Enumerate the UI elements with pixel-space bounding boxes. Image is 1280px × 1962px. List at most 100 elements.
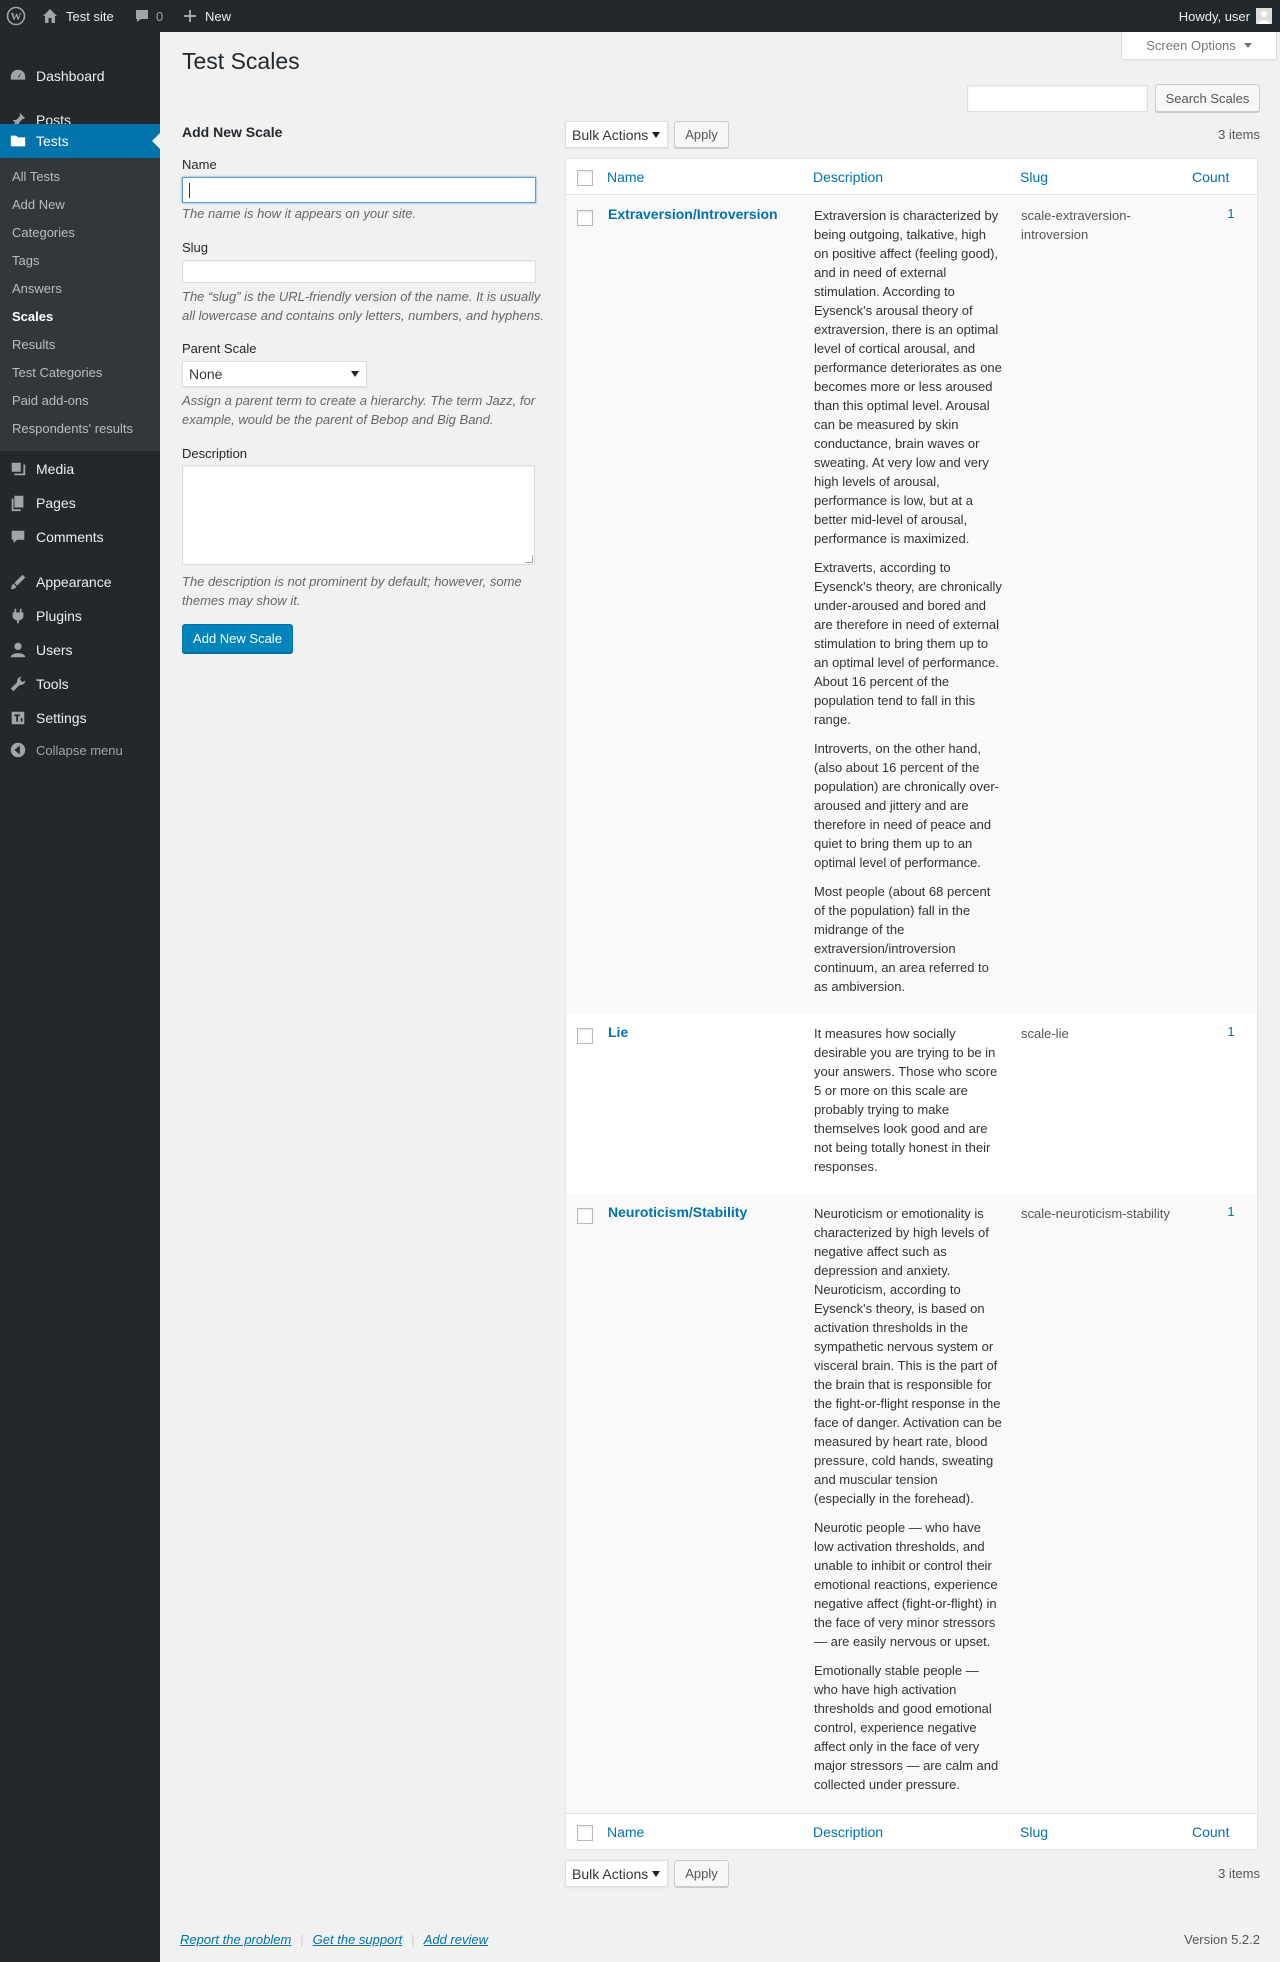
menu-label: Dashboard: [36, 68, 105, 84]
bulk-actions-value: Bulk Actions: [572, 126, 649, 143]
row-checkbox[interactable]: [577, 1208, 593, 1224]
description-paragraph: It measures how socially desirable you a…: [814, 1026, 998, 1174]
row-description: Neuroticism or emotionality is character…: [814, 1204, 1002, 1804]
menu-comments[interactable]: Comments: [0, 520, 160, 554]
column-header-description[interactable]: Description: [813, 159, 883, 195]
column-footer-slug[interactable]: Slug: [1020, 1814, 1048, 1850]
row-slug: scale-neuroticism-stability: [1021, 1206, 1170, 1221]
row-checkbox[interactable]: [577, 1028, 593, 1044]
menu-label: Pages: [36, 495, 76, 511]
site-name-link[interactable]: Test site: [42, 0, 114, 32]
description-paragraph: Emotionally stable people — who have hig…: [814, 1663, 999, 1792]
add-new-heading: Add New Scale: [182, 124, 283, 140]
submenu-scales[interactable]: Scales: [12, 307, 53, 327]
report-problem-link[interactable]: Report the problem: [180, 1932, 291, 1947]
add-new-scale-button[interactable]: Add New Scale: [182, 624, 293, 653]
footer-links: Report the problem | Get the support | Add r…: [180, 1932, 488, 1947]
submenu-add-new[interactable]: Add New: [12, 195, 65, 215]
row-count-link[interactable]: 1: [1216, 1024, 1246, 1039]
submenu-test-categories[interactable]: Test Categories: [12, 363, 102, 383]
submenu-respondents-results[interactable]: Respondents' results: [12, 419, 133, 439]
new-label: New: [205, 8, 232, 24]
name-input[interactable]: [182, 177, 536, 203]
version-text: Version 5.2.2: [1184, 1932, 1260, 1947]
table-footer: Name Description Slug Count: [566, 1813, 1257, 1849]
my-account-link[interactable]: Howdy, user: [1179, 0, 1272, 32]
comment-bubble-icon: [134, 8, 150, 24]
row-description: Extraversion is characterized by being o…: [814, 206, 1002, 1006]
search-input[interactable]: [967, 85, 1148, 112]
comments-link[interactable]: 0: [134, 0, 163, 32]
description-paragraph: Extraverts, according to Eysenck's theor…: [814, 560, 1002, 727]
slug-label: Slug: [182, 240, 209, 255]
bulk-actions-select[interactable]: Bulk Actions: [565, 121, 668, 148]
column-header-count[interactable]: Count: [1192, 159, 1229, 195]
menu-media[interactable]: Media: [0, 452, 160, 486]
menu-label: Tests: [36, 133, 69, 149]
apply-button-bottom[interactable]: Apply: [674, 1860, 729, 1887]
row-count-link[interactable]: 1: [1216, 1204, 1246, 1219]
parent-scale-select[interactable]: None: [182, 361, 367, 387]
row-checkbox[interactable]: [577, 210, 593, 226]
menu-label: Plugins: [36, 608, 82, 624]
description-paragraph: Extraversion is characterized by being o…: [814, 208, 1002, 546]
table-row: Lie It measures how socially desirable y…: [566, 1014, 1257, 1194]
search-scales-button[interactable]: Search Scales: [1155, 84, 1260, 112]
submenu-tags[interactable]: Tags: [12, 251, 39, 271]
bulk-actions-select-bottom[interactable]: Bulk Actions: [565, 1860, 668, 1887]
menu-label: Users: [36, 642, 73, 658]
wordpress-logo-icon[interactable]: W: [6, 0, 26, 32]
menu-plugins[interactable]: Plugins: [0, 599, 160, 633]
row-count-link[interactable]: 1: [1216, 206, 1246, 221]
slug-input[interactable]: [182, 260, 536, 283]
column-footer-count[interactable]: Count: [1192, 1814, 1229, 1850]
menu-appearance[interactable]: Appearance: [0, 565, 160, 599]
menu-settings[interactable]: Settings: [0, 701, 160, 735]
select-arrow-icon: [652, 131, 660, 138]
menu-label: Media: [36, 461, 75, 477]
resize-handle-icon: [525, 555, 533, 563]
submenu-all-tests[interactable]: All Tests: [12, 167, 60, 187]
screen-options-button[interactable]: Screen Options: [1121, 32, 1277, 60]
plus-icon: [183, 9, 197, 23]
tools-icon: [0, 675, 36, 693]
items-count-bottom: 3 items: [1218, 1866, 1260, 1881]
menu-dashboard[interactable]: Dashboard: [0, 59, 160, 93]
separator: |: [411, 1932, 415, 1947]
menu-tools[interactable]: Tools: [0, 667, 160, 701]
column-header-slug[interactable]: Slug: [1020, 159, 1048, 195]
row-slug: scale-lie: [1021, 1026, 1069, 1041]
submenu-results[interactable]: Results: [12, 335, 55, 355]
howdy-text: Howdy, user: [1178, 8, 1250, 24]
add-review-link[interactable]: Add review: [424, 1932, 488, 1947]
collapse-menu-button[interactable]: Collapse menu: [0, 733, 160, 767]
avatar-icon: [1256, 8, 1272, 24]
submenu-answers[interactable]: Answers: [12, 279, 62, 299]
submenu-paid-add-ons[interactable]: Paid add-ons: [12, 391, 89, 411]
submenu-categories[interactable]: Categories: [12, 223, 75, 243]
folder-icon: [0, 132, 36, 150]
apply-button[interactable]: Apply: [674, 121, 729, 148]
comments-count: 0: [156, 8, 164, 24]
plugins-icon: [0, 607, 36, 625]
select-all-checkbox[interactable]: [577, 170, 593, 186]
menu-users[interactable]: Users: [0, 633, 160, 667]
description-paragraph: Most people (about 68 percent of the pop…: [814, 884, 991, 994]
row-name-link[interactable]: Lie: [608, 1024, 628, 1040]
site-name: Test site: [66, 8, 114, 24]
row-name-link[interactable]: Neuroticism/Stability: [608, 1204, 747, 1220]
column-footer-description[interactable]: Description: [813, 1814, 883, 1850]
menu-label: Comments: [36, 529, 104, 545]
column-header-name[interactable]: Name: [607, 159, 644, 195]
screen-options-label: Screen Options: [1146, 38, 1236, 53]
description-textarea[interactable]: [182, 465, 535, 565]
row-name-link[interactable]: Extraversion/Introversion: [608, 206, 778, 222]
separator: |: [300, 1932, 304, 1947]
menu-pages[interactable]: Pages: [0, 486, 160, 520]
new-content-link[interactable]: New: [183, 0, 231, 32]
appearance-icon: [0, 573, 36, 591]
get-support-link[interactable]: Get the support: [313, 1932, 403, 1947]
column-footer-name[interactable]: Name: [607, 1814, 644, 1850]
menu-tests[interactable]: Tests: [0, 124, 160, 158]
select-all-checkbox[interactable]: [577, 1825, 593, 1841]
